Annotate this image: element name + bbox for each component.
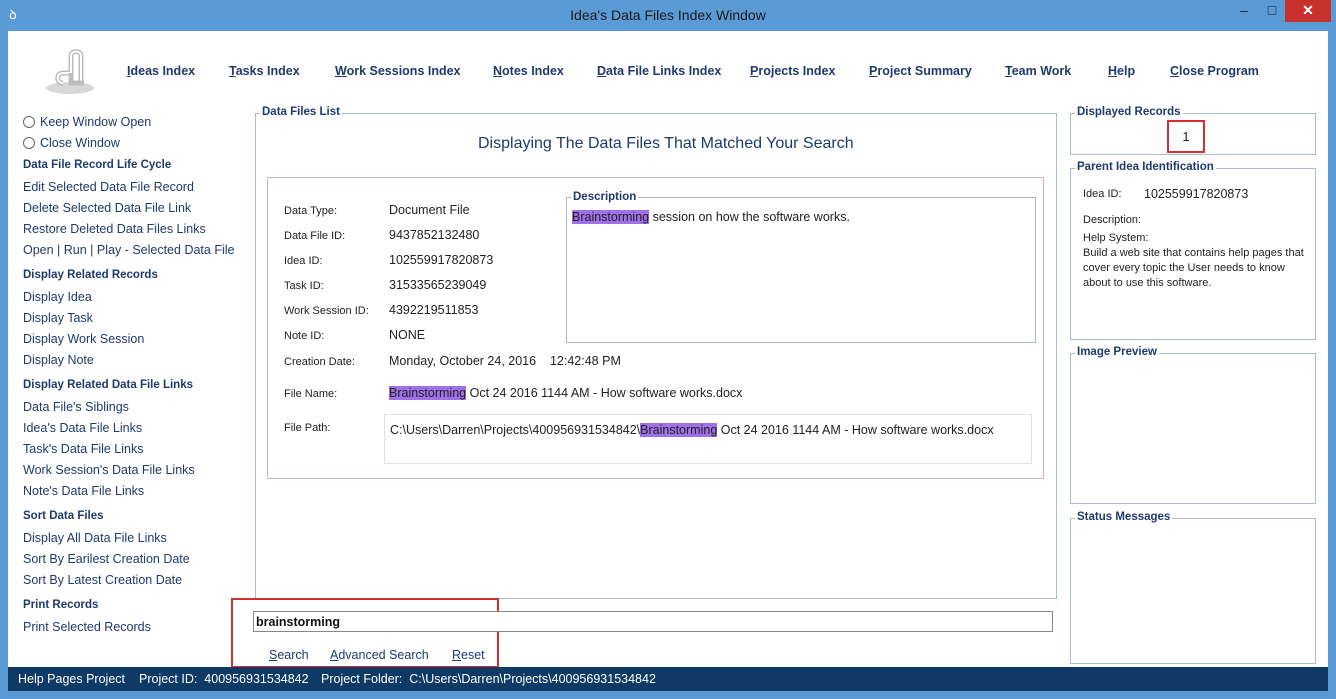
display-all-links-link[interactable]: Display All Data File Links (23, 531, 167, 545)
parent-desc-line: Help System: (1083, 232, 1149, 244)
task-id-label: Task ID: (284, 280, 324, 292)
advanced-search-button[interactable]: Advanced Search (330, 648, 429, 662)
reset-button[interactable]: Reset (452, 648, 485, 662)
status-messages-group: Status Messages (1070, 511, 1316, 664)
search-highlight: Brainstorming (640, 423, 718, 437)
status-project-id: Project ID: 400956931534842 (139, 672, 309, 686)
note-id-value: NONE (389, 328, 426, 342)
status-bar: Help Pages Project Project ID: 400956931… (8, 667, 1328, 691)
nav-data-file-links-index[interactable]: Data File Links Index (597, 64, 721, 78)
nav-project-summary[interactable]: Project Summary (869, 64, 972, 78)
description-text: Brainstorming session on how the softwar… (572, 210, 850, 224)
title-bar: ꝺ Idea's Data Files Index Window – □ ✕ (0, 0, 1336, 31)
sort-earliest-link[interactable]: Sort By Earilest Creation Date (23, 552, 190, 566)
creation-date-value: Monday, October 24, 2016 12:42:48 PM (389, 354, 621, 368)
section-print: Print Records (23, 599, 99, 611)
data-file-id-value: 9437852132480 (389, 228, 480, 242)
file-path-label: File Path: (284, 422, 331, 434)
displayed-records-count: 1 (1167, 120, 1205, 153)
idea-links-link[interactable]: Idea's Data File Links (23, 421, 142, 435)
nav-close-program[interactable]: Close Program (1170, 64, 1259, 78)
display-work-session-link[interactable]: Display Work Session (23, 332, 144, 346)
display-note-link[interactable]: Display Note (23, 353, 94, 367)
idea-id-value: 102559917820873 (389, 253, 494, 267)
parent-idea-id-label: Idea ID: (1083, 188, 1122, 200)
data-file-record-card[interactable]: Data Type: Document File Data File ID: 9… (267, 177, 1044, 479)
parent-desc-line: cover every topic the User needs to know (1083, 262, 1285, 274)
sort-latest-link[interactable]: Sort By Latest Creation Date (23, 573, 182, 587)
parent-idea-title: Parent Idea Identification (1075, 161, 1216, 173)
status-messages-title: Status Messages (1075, 511, 1173, 523)
sidebar: Keep Window Open Close Window Data File … (23, 111, 234, 634)
keep-window-open-radio[interactable]: Keep Window Open (23, 111, 151, 132)
nav-projects-index[interactable]: Projects Index (750, 64, 835, 78)
file-name-rest: Oct 24 2016 1144 AM - How software works… (466, 386, 743, 400)
siblings-link[interactable]: Data File's Siblings (23, 400, 129, 414)
description-title: Description (571, 191, 639, 203)
parent-description-label: Description: (1083, 214, 1142, 226)
status-project-folder: Project Folder: C:\Users\Darren\Projects… (321, 672, 656, 686)
minimize-button[interactable]: – (1230, 0, 1258, 22)
section-sort: Sort Data Files (23, 510, 104, 522)
maximize-button[interactable]: □ (1258, 0, 1286, 22)
image-preview-group: Image Preview (1070, 346, 1316, 504)
search-button[interactable]: Search (269, 648, 309, 662)
displayed-records-title: Displayed Records (1075, 106, 1183, 118)
client-area: Ideas Index Tasks Index Work Sessions In… (8, 31, 1328, 668)
file-path-value: C:\Users\Darren\Projects\400956931534842… (390, 423, 994, 437)
section-related-records: Display Related Records (23, 269, 158, 281)
data-type-label: Data Type: (284, 205, 337, 217)
close-window-radio[interactable]: Close Window (23, 132, 151, 153)
task-links-link[interactable]: Task's Data File Links (23, 442, 143, 456)
restore-deleted-link[interactable]: Restore Deleted Data Files Links (23, 222, 206, 236)
display-idea-link[interactable]: Display Idea (23, 290, 92, 304)
search-highlight: Brainstorming (389, 386, 467, 400)
search-input[interactable] (253, 611, 1053, 632)
section-related-links: Display Related Data File Links (23, 379, 194, 391)
radio-circle-icon (23, 115, 35, 128)
close-button[interactable]: ✕ (1285, 0, 1331, 22)
window-title: Idea's Data Files Index Window (570, 7, 766, 23)
creation-date-label: Creation Date: (284, 356, 355, 368)
print-selected-link[interactable]: Print Selected Records (23, 620, 151, 634)
task-id-value: 31533565239049 (389, 278, 487, 292)
edit-selected-record-link[interactable]: Edit Selected Data File Record (23, 180, 194, 194)
nav-team-work[interactable]: Team Work (1005, 64, 1071, 78)
nav-ideas-index[interactable]: Ideas Index (127, 64, 195, 78)
data-file-id-label: Data File ID: (284, 230, 346, 242)
nav-work-sessions-index[interactable]: Work Sessions Index (335, 64, 461, 78)
radio-circle-icon (23, 136, 35, 149)
display-task-link[interactable]: Display Task (23, 311, 93, 325)
work-session-id-value: 4392219511853 (389, 303, 479, 317)
file-path-box: C:\Users\Darren\Projects\400956931534842… (384, 414, 1032, 464)
section-life-cycle: Data File Record Life Cycle (23, 159, 172, 171)
data-type-value: Document File (389, 203, 470, 217)
note-links-link[interactable]: Note's Data File Links (23, 484, 144, 498)
results-heading: Displaying The Data Files That Matched Y… (478, 135, 854, 152)
file-name-value: Brainstorming Oct 24 2016 1144 AM - How … (389, 386, 742, 400)
work-session-links-link[interactable]: Work Session's Data File Links (23, 463, 195, 477)
nav-help[interactable]: Help (1108, 64, 1135, 78)
image-preview-title: Image Preview (1075, 346, 1159, 358)
open-run-play-link[interactable]: Open | Run | Play - Selected Data File (23, 243, 234, 257)
delete-selected-link[interactable]: Delete Selected Data File Link (23, 201, 191, 215)
idea-id-label: Idea ID: (284, 255, 323, 267)
app-logo-icon (46, 49, 94, 94)
parent-idea-id-value: 102559917820873 (1144, 187, 1249, 201)
note-id-label: Note ID: (284, 330, 325, 342)
parent-desc-line: Build a web site that contains help page… (1083, 247, 1304, 259)
description-box: Description Brainstorming session on how… (566, 191, 1036, 343)
status-project-name: Help Pages Project (18, 672, 126, 686)
work-session-id-label: Work Session ID: (284, 305, 369, 317)
nav-notes-index[interactable]: Notes Index (493, 64, 564, 78)
data-files-list-title: Data Files List (260, 106, 342, 118)
search-highlight: Brainstorming (572, 210, 650, 224)
parent-desc-line: about to use this software. (1083, 277, 1212, 289)
nav-tasks-index[interactable]: Tasks Index (229, 64, 300, 78)
file-name-label: File Name: (284, 388, 338, 400)
